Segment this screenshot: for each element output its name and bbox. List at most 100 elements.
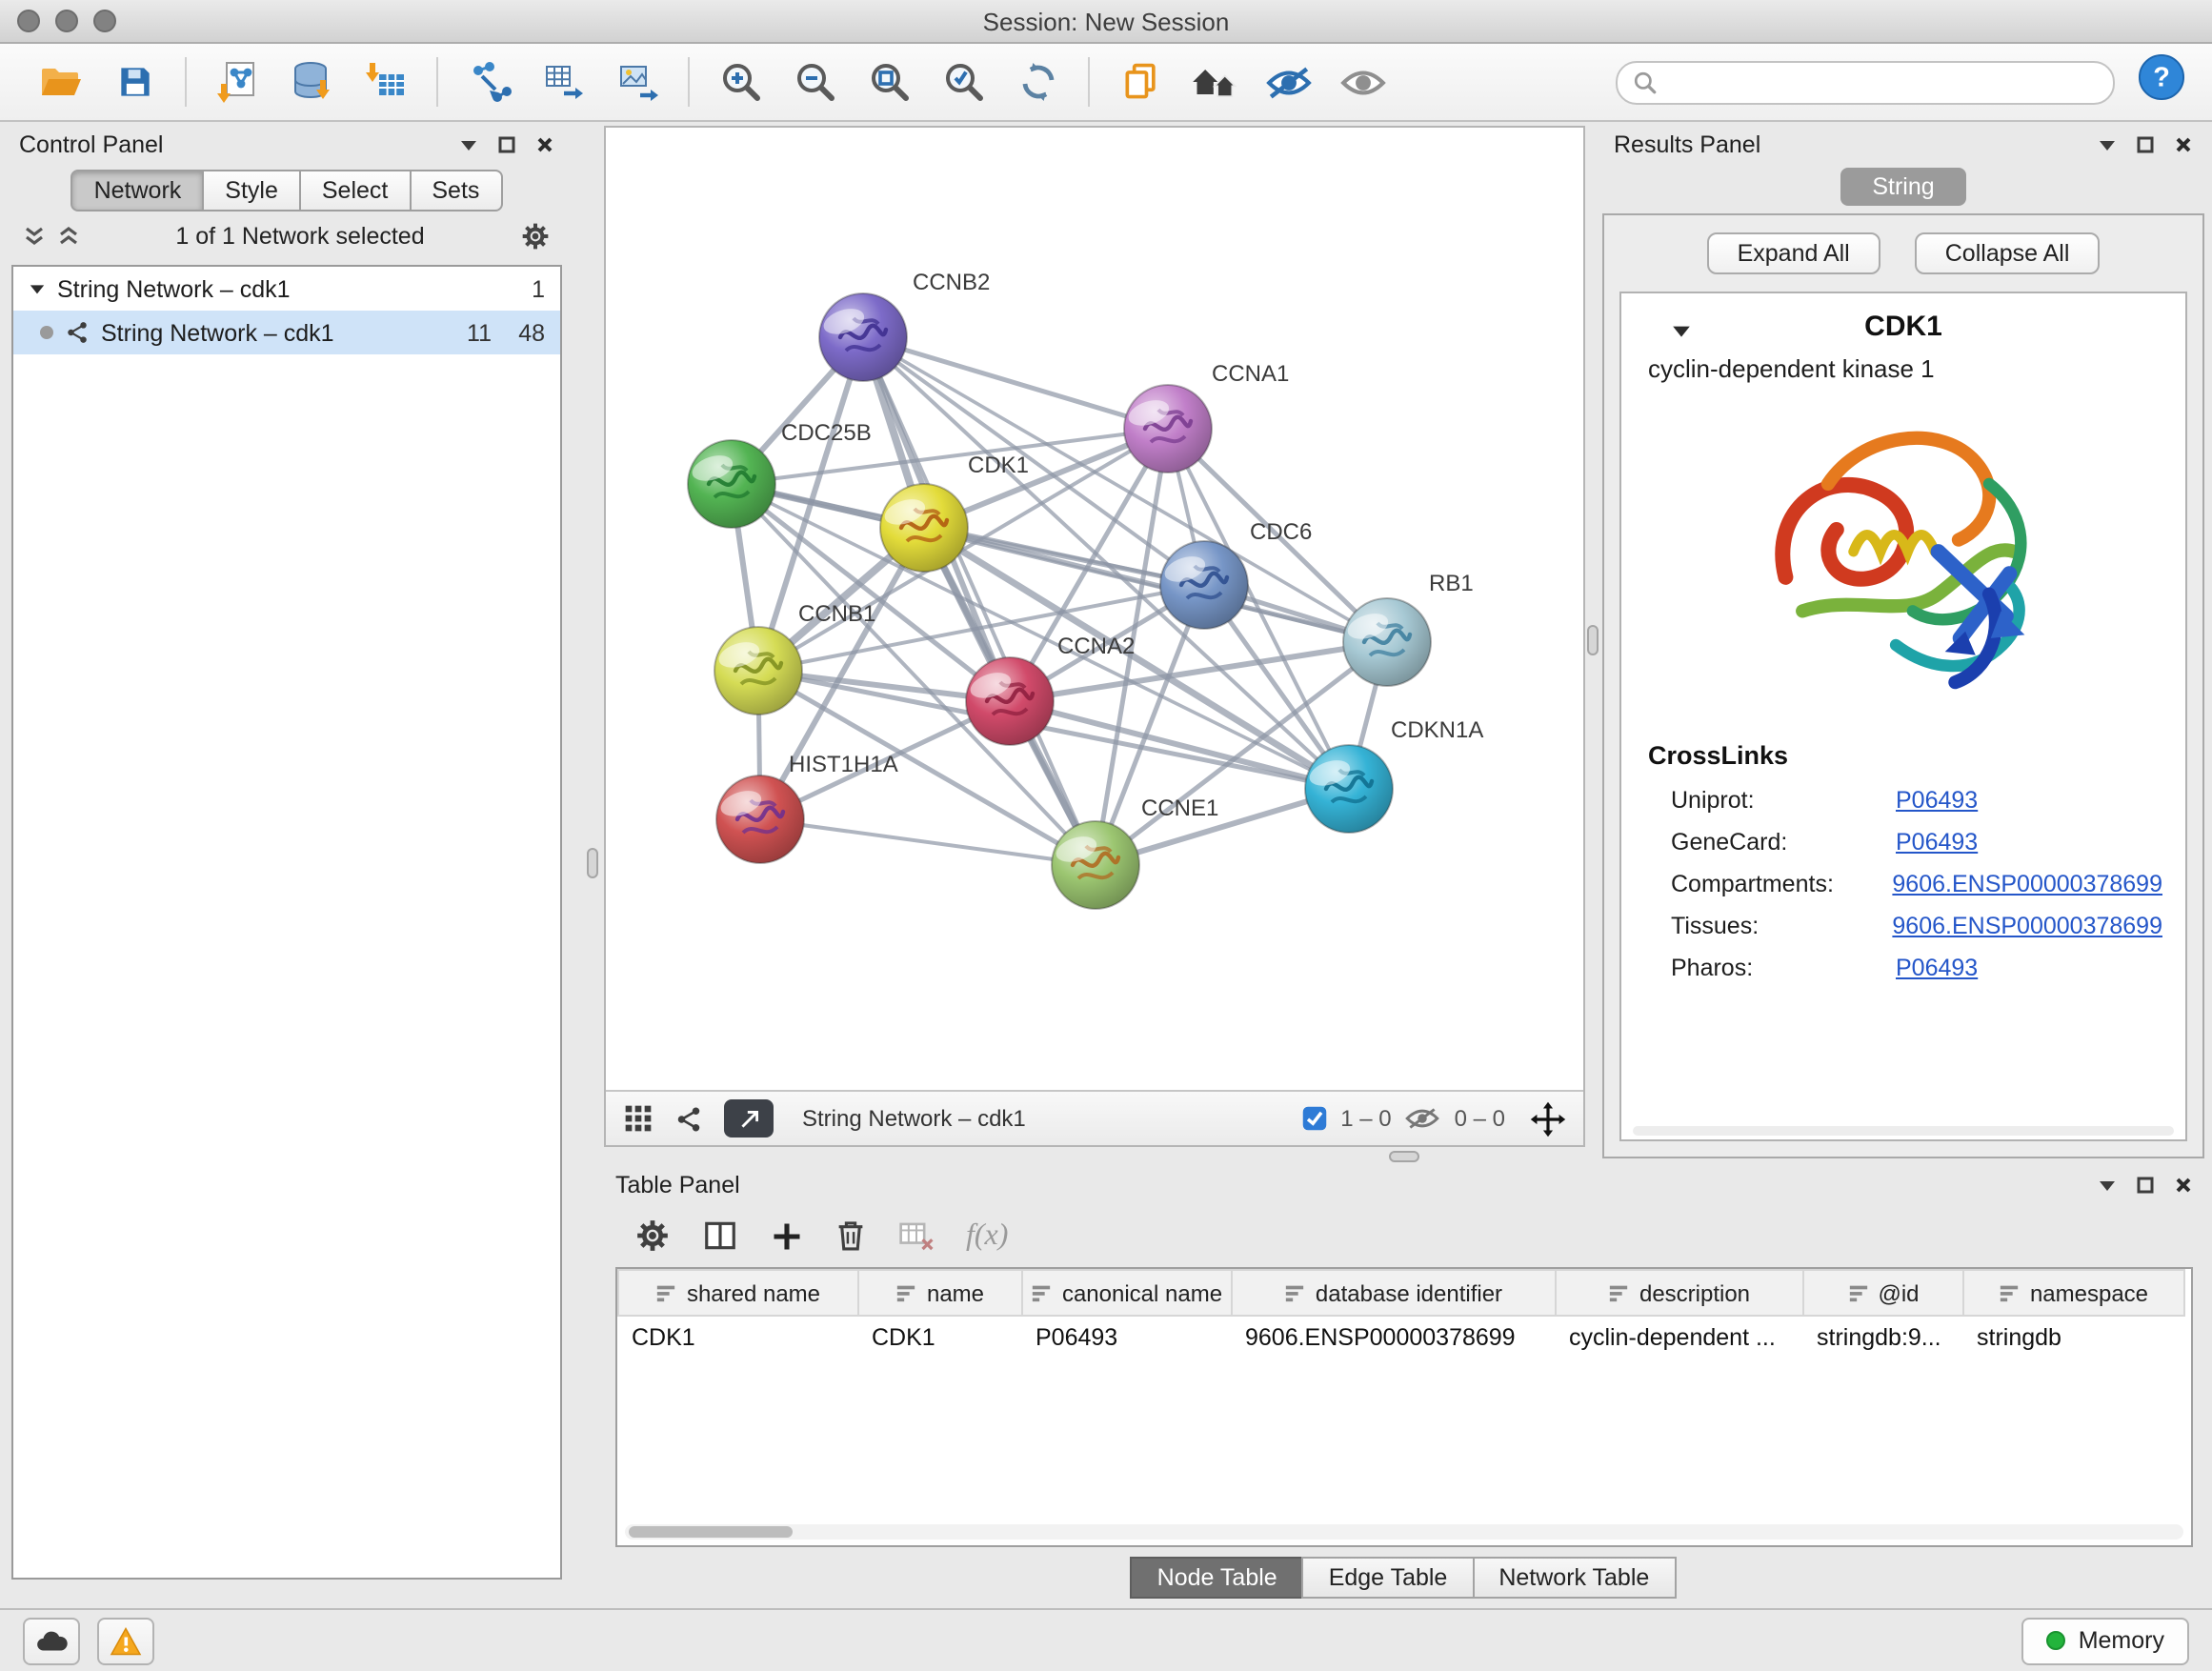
tab-select[interactable]: Select [299,170,412,211]
crosslink-link[interactable]: 9606.ENSP00000378699 [1892,913,2162,939]
network-node-HIST1H1A[interactable] [716,775,804,863]
create-column-button[interactable] [770,1218,804,1253]
panel-menu-button[interactable] [2098,135,2117,154]
panel-close-button[interactable] [2174,135,2193,154]
function-builder-button[interactable]: f(x) [966,1218,1008,1253]
network-canvas[interactable]: CCNB2CCNA1CDC25BCDK1CDC6RB1CCNB1CCNA2CDK… [606,128,1583,1090]
copy-document-button[interactable] [1111,52,1170,111]
bottom-splitter-handle[interactable] [1389,1151,1419,1162]
collapse-section-button[interactable] [1671,316,1692,351]
network-node-CCNE1[interactable] [1052,821,1139,909]
network-options-button[interactable] [520,221,551,252]
tab-network[interactable]: Network [71,170,205,211]
network-graph[interactable]: CCNB2CCNA1CDC25BCDK1CDC6RB1CCNB1CCNA2CDK… [606,128,1583,1090]
help-button[interactable]: ? [2138,53,2185,111]
left-splitter-handle[interactable] [587,848,598,878]
network-edge[interactable] [863,337,1096,865]
network-edge[interactable] [863,337,1168,429]
tab-edge-table[interactable]: Edge Table [1302,1557,1475,1599]
network-node-CCNB2[interactable] [819,293,907,381]
scrollbar-thumb[interactable] [629,1526,793,1538]
network-node-CDK1[interactable] [880,484,968,572]
network-node-CCNB1[interactable] [714,627,802,715]
birdseye-view-button[interactable] [674,1104,703,1133]
delete-column-button[interactable] [835,1218,867,1254]
zoom-selected-button[interactable] [934,52,993,111]
panel-close-button[interactable] [535,135,554,154]
table-cell[interactable]: CDK1 [618,1316,858,1357]
crosslink-link[interactable]: P06493 [1896,955,1978,981]
column-header[interactable]: description [1556,1270,1803,1316]
zoom-in-button[interactable] [711,52,770,111]
crosslink-link[interactable]: 9606.ENSP00000378699 [1892,871,2162,897]
export-table-button[interactable] [533,52,593,111]
grid-view-button[interactable] [623,1103,654,1134]
panel-float-button[interactable] [2136,1176,2155,1195]
zoom-fit-button[interactable] [859,52,918,111]
table-cell[interactable]: 9606.ENSP00000378699 [1232,1316,1556,1357]
crosslink-link[interactable]: P06493 [1896,829,1978,856]
results-tab-string[interactable]: String [1840,168,1966,206]
cloud-status-button[interactable] [23,1617,80,1664]
open-session-button[interactable] [30,52,90,111]
network-row[interactable]: String Network – cdk1 11 48 [13,311,560,354]
refresh-view-button[interactable] [1008,52,1067,111]
import-table-button[interactable] [356,52,415,111]
clear-table-button-disabled[interactable] [897,1218,935,1253]
crosslink-link[interactable]: P06493 [1896,787,1978,814]
table-settings-button[interactable] [634,1218,671,1254]
network-collection-row[interactable]: String Network – cdk1 1 [13,267,560,311]
panel-menu-button[interactable] [2098,1176,2117,1195]
search-input[interactable] [1667,67,2098,97]
panel-float-button[interactable] [2136,135,2155,154]
table-cell[interactable]: P06493 [1022,1316,1232,1357]
column-header[interactable]: shared name [618,1270,858,1316]
column-header[interactable]: name [858,1270,1022,1316]
tab-sets[interactable]: Sets [409,170,502,211]
network-node-CCNA2[interactable] [966,657,1054,745]
panel-float-button[interactable] [497,135,516,154]
show-graphics-details-button[interactable] [1259,52,1318,111]
home-view-button[interactable] [1185,52,1244,111]
collapse-all-button[interactable]: Collapse All [1915,232,2101,274]
network-edge[interactable] [760,819,1096,865]
show-columns-button[interactable] [701,1218,739,1254]
memory-button[interactable]: Memory [2021,1617,2189,1664]
panel-menu-button[interactable] [459,135,478,154]
column-header[interactable]: canonical name [1022,1270,1232,1316]
warnings-button[interactable] [97,1617,154,1664]
table-cell[interactable]: stringdb [1963,1316,2184,1357]
tab-style[interactable]: Style [202,170,301,211]
new-network-from-selection-button[interactable] [459,52,518,111]
table-cell[interactable]: stringdb:9... [1803,1316,1963,1357]
column-header[interactable]: namespace [1963,1270,2184,1316]
network-node-CCNA1[interactable] [1124,385,1212,473]
collapse-all-button[interactable] [23,225,46,248]
minimize-window-button[interactable] [55,10,78,32]
card-scrollbar[interactable] [1633,1126,2174,1136]
column-header[interactable]: database identifier [1232,1270,1556,1316]
expand-all-button[interactable]: Expand All [1707,232,1880,274]
panel-close-button[interactable] [2174,1176,2193,1195]
network-node-CDC6[interactable] [1160,541,1248,629]
import-network-database-button[interactable] [282,52,341,111]
column-header[interactable]: @id [1803,1270,1963,1316]
graphics-details-button[interactable] [1334,52,1393,111]
import-network-file-button[interactable] [208,52,267,111]
save-session-button[interactable] [105,52,164,111]
table-cell[interactable]: CDK1 [858,1316,1022,1357]
right-splitter-handle[interactable] [1587,625,1599,655]
table-cell[interactable]: cyclin-dependent ... [1556,1316,1803,1357]
table-row[interactable]: CDK1CDK1P064939606.ENSP00000378699cyclin… [618,1316,2184,1357]
tab-node-table[interactable]: Node Table [1131,1557,1304,1599]
toolbar-search[interactable] [1616,60,2115,104]
close-window-button[interactable] [17,10,40,32]
detach-view-button[interactable] [724,1099,774,1137]
network-node-RB1[interactable] [1343,598,1431,686]
export-image-button[interactable] [608,52,667,111]
zoom-window-button[interactable] [93,10,116,32]
tab-network-table[interactable]: Network Table [1472,1557,1676,1599]
network-node-CDC25B[interactable] [688,440,775,528]
expand-all-button[interactable] [57,225,80,248]
table-horizontal-scrollbar[interactable] [625,1524,2183,1540]
